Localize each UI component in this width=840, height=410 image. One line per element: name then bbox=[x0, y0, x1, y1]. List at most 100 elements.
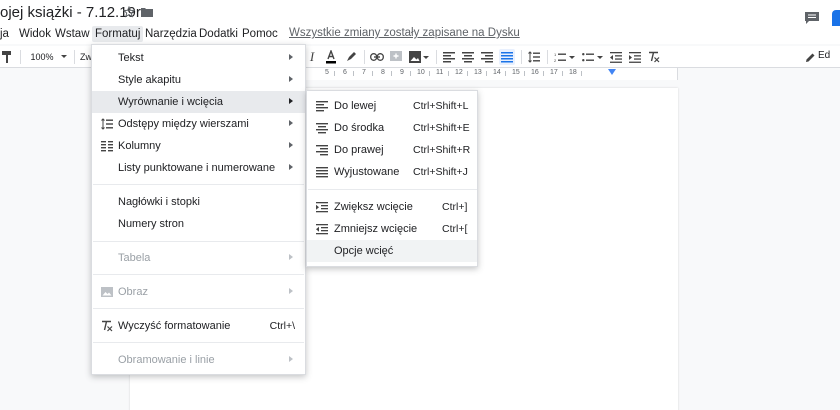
folder-icon[interactable] bbox=[141, 7, 153, 17]
indent-increase-item[interactable]: Zwiększ wcięcie Ctrl+] bbox=[307, 196, 477, 218]
highlight-color-icon[interactable] bbox=[344, 49, 358, 65]
ruler-tick bbox=[543, 71, 544, 76]
link-icon[interactable] bbox=[370, 49, 384, 65]
align-right-icon bbox=[316, 145, 328, 156]
submenu-item-label: Do lewej bbox=[334, 100, 377, 112]
clear-formatting-icon[interactable] bbox=[647, 49, 661, 65]
toolbar-align-right-icon[interactable] bbox=[480, 49, 494, 65]
star-outline-icon[interactable] bbox=[123, 6, 135, 18]
format-menu-item-paragraph-styles[interactable]: Style akapitu bbox=[92, 69, 305, 91]
ruler-tick bbox=[505, 71, 506, 76]
ruler-strip bbox=[300, 68, 678, 80]
format-menu-item-clear-formatting[interactable]: Wyczyść formatowanie Ctrl+\ bbox=[92, 315, 305, 337]
ruler-tick bbox=[410, 71, 411, 76]
format-menu: Tekst Style akapitu Wyrównanie i wcięcia… bbox=[91, 44, 306, 375]
menubar: ja Widok Wstaw Formatuj Narzędzia Dodatk… bbox=[0, 26, 840, 44]
align-justify-icon bbox=[316, 167, 328, 178]
format-menu-item-headers-footers[interactable]: Nagłówki i stopki bbox=[92, 191, 305, 213]
format-menu-item-align-indent[interactable]: Wyrównanie i wcięcia bbox=[92, 91, 305, 113]
ruler-number: 12 bbox=[455, 69, 463, 76]
image-icon bbox=[101, 287, 113, 297]
columns-icon bbox=[101, 141, 113, 152]
submenu-arrow-icon bbox=[289, 76, 293, 82]
ruler-number: 10 bbox=[417, 69, 425, 76]
ruler-tick bbox=[334, 71, 335, 76]
indent-options-item[interactable]: Opcje wcięć bbox=[307, 240, 477, 262]
format-menu-item-line-spacing[interactable]: Odstępy między wierszami bbox=[92, 113, 305, 135]
zoom-select[interactable]: 100% bbox=[28, 49, 70, 65]
indent-increase-icon bbox=[316, 202, 328, 213]
toolbar-separator bbox=[436, 50, 437, 64]
indent-decrease-icon[interactable] bbox=[609, 49, 623, 65]
menu-item-label: Wyrównanie i wcięcia bbox=[118, 96, 224, 108]
submenu-arrow-icon bbox=[289, 288, 293, 294]
menu-divider bbox=[93, 274, 304, 275]
format-menu-item-lists[interactable]: Listy punktowane i numerowane bbox=[92, 157, 305, 179]
ruler-number: 5 bbox=[325, 69, 329, 76]
ruler-number: 15 bbox=[512, 69, 520, 76]
add-comment-icon[interactable] bbox=[389, 49, 403, 65]
save-status-link[interactable]: Wszystkie zmiany zostały zapisane na Dys… bbox=[289, 27, 520, 39]
svg-text:1: 1 bbox=[554, 52, 557, 57]
format-menu-item-text[interactable]: Tekst bbox=[92, 47, 305, 69]
right-indent-marker[interactable] bbox=[608, 69, 616, 75]
ruler-tick bbox=[391, 71, 392, 76]
menu-edit-partial[interactable]: ja bbox=[0, 26, 12, 42]
menu-item-label: Tekst bbox=[118, 52, 144, 64]
align-left-item[interactable]: Do lewej Ctrl+Shift+L bbox=[307, 95, 477, 117]
menu-tools[interactable]: Narzędzia bbox=[142, 26, 200, 42]
ruler-number: 16 bbox=[531, 69, 539, 76]
comments-icon[interactable] bbox=[804, 11, 820, 25]
ruler-number: 8 bbox=[381, 69, 385, 76]
menu-item-label: Tabela bbox=[118, 252, 151, 264]
toolbar-separator bbox=[20, 50, 21, 64]
insert-image-icon[interactable] bbox=[408, 49, 430, 65]
submenu-arrow-icon bbox=[289, 98, 293, 104]
menu-item-label: Nagłówki i stopki bbox=[118, 196, 200, 208]
paint-format-icon[interactable] bbox=[0, 49, 14, 65]
format-menu-item-page-numbers[interactable]: Numery stron bbox=[92, 213, 305, 235]
ruler-number: 13 bbox=[474, 69, 482, 76]
menu-format[interactable]: Formatuj bbox=[92, 26, 144, 42]
line-spacing-icon[interactable] bbox=[527, 49, 541, 65]
ruler-number: 7 bbox=[362, 69, 366, 76]
submenu-arrow-icon bbox=[289, 356, 293, 362]
menu-help[interactable]: Pomoc bbox=[239, 26, 281, 42]
submenu-item-shortcut: Ctrl+] bbox=[442, 201, 468, 213]
submenu-item-label: Do środka bbox=[334, 122, 385, 134]
submenu-arrow-icon bbox=[289, 120, 293, 126]
indent-decrease-item[interactable]: Zmniejsz wcięcie Ctrl+[ bbox=[307, 218, 477, 240]
menu-insert[interactable]: Wstaw bbox=[52, 26, 93, 42]
ruler-number: 18 bbox=[569, 69, 577, 76]
menu-view[interactable]: Widok bbox=[16, 26, 54, 42]
menu-addons[interactable]: Dodatki bbox=[196, 26, 241, 42]
ruler-tick bbox=[448, 71, 449, 76]
ruler-tick bbox=[486, 71, 487, 76]
toolbar-align-justify-icon[interactable] bbox=[499, 49, 515, 65]
title-bar: ojej książki - 7.12.19r. bbox=[0, 0, 840, 32]
toolbar-separator bbox=[74, 50, 75, 64]
submenu-arrow-icon bbox=[289, 254, 293, 260]
submenu-item-label: Wyjustowane bbox=[334, 166, 400, 178]
text-color-icon[interactable] bbox=[324, 49, 338, 65]
numbered-list-icon[interactable]: 12 bbox=[553, 49, 577, 65]
submenu-item-label: Zmniejsz wcięcie bbox=[334, 223, 418, 235]
menu-divider bbox=[93, 184, 304, 185]
toolbar-align-center-icon[interactable] bbox=[461, 49, 475, 65]
align-center-item[interactable]: Do środka Ctrl+Shift+E bbox=[307, 117, 477, 139]
pencil-icon[interactable] bbox=[804, 49, 816, 65]
menu-item-label: Numery stron bbox=[118, 218, 185, 230]
ruler-tick bbox=[467, 71, 468, 76]
indent-increase-icon[interactable] bbox=[628, 49, 642, 65]
bulleted-list-icon[interactable] bbox=[581, 49, 605, 65]
align-right-item[interactable]: Do prawej Ctrl+Shift+R bbox=[307, 139, 477, 161]
toolbar-align-left-icon[interactable] bbox=[442, 49, 456, 65]
indent-decrease-icon bbox=[316, 224, 328, 235]
ruler-tick bbox=[524, 71, 525, 76]
submenu-arrow-icon bbox=[289, 54, 293, 60]
format-menu-item-columns[interactable]: Kolumny bbox=[92, 135, 305, 157]
align-justify-item[interactable]: Wyjustowane Ctrl+Shift+J bbox=[307, 161, 477, 183]
editing-mode-label[interactable]: Ed bbox=[818, 50, 830, 61]
italic-icon[interactable]: I bbox=[306, 49, 318, 65]
submenu-item-shortcut: Ctrl+Shift+R bbox=[413, 144, 471, 156]
